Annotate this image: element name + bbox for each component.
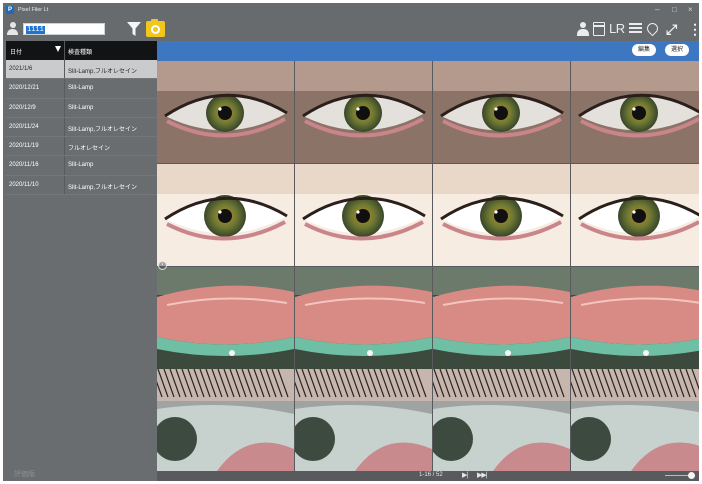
column-divider [64, 41, 65, 60]
thumbnail-image[interactable] [295, 61, 432, 163]
thumbnail-grid [157, 61, 699, 471]
thumbnail-image[interactable] [571, 61, 699, 163]
window-title: Pixel Filer Lt [18, 7, 49, 13]
thumbnail-image[interactable] [433, 369, 570, 471]
exam-type: Slit-Lamp,フルオレセイン [68, 126, 138, 133]
expand-icon[interactable]: ⤢ [666, 22, 680, 36]
column-divider [64, 98, 65, 117]
exam-date: 2020/12/21 [9, 85, 40, 92]
exam-type: フルオレセイン [68, 146, 111, 153]
exam-list-panel: 日付 検査種類 2021/1/6 Slit-Lamp,フルオレセイン 2020/… [6, 41, 157, 481]
image-gallery: 編集 選択 ‹ 1-16 / 52 ▶| ▶▶| [157, 41, 699, 481]
thumbnail-image[interactable] [571, 369, 699, 471]
exam-type: Slit-Lamp [68, 162, 94, 169]
patient-icon[interactable] [577, 22, 589, 36]
exam-date: 2020/11/19 [9, 143, 39, 150]
exam-date: 2020/11/24 [9, 123, 39, 130]
exam-type: Slit-Lamp,フルオレセイン [68, 184, 138, 191]
column-divider [64, 156, 65, 175]
patient-id-input[interactable]: 1111 [23, 23, 105, 35]
user-icon[interactable] [7, 22, 18, 35]
zoom-slider[interactable] [665, 472, 695, 479]
sort-desc-icon[interactable] [55, 46, 61, 52]
thumbnail-image[interactable] [157, 61, 294, 163]
thumbnail-image[interactable] [433, 61, 570, 163]
thumbnail-image[interactable] [571, 267, 699, 369]
thumbnail-image[interactable] [433, 164, 570, 266]
maximize-button[interactable]: □ [672, 5, 677, 15]
column-divider [64, 137, 65, 156]
exam-date: 2021/1/6 [9, 66, 33, 72]
more-icon[interactable]: ⋮ [688, 22, 699, 36]
filter-icon[interactable] [127, 22, 141, 36]
app-window: P Pixel Filer Lt – □ × 1111 LR ⤢ ⋮ 日付 検査… [3, 3, 699, 481]
thumbnail-image[interactable] [157, 369, 294, 471]
patient-id-value: 1111 [26, 26, 45, 34]
next-page-icon[interactable]: ▶| [462, 471, 468, 480]
column-divider [64, 117, 65, 137]
trial-version-label: 評価版 [14, 471, 35, 478]
pin-icon[interactable] [644, 20, 661, 37]
exam-row[interactable]: 2021/1/6 Slit-Lamp,フルオレセイン [6, 60, 157, 80]
exam-row[interactable]: 2020/11/24 Slit-Lamp,フルオレセイン [6, 117, 157, 138]
page-counter: 1-16 / 52 [419, 472, 443, 478]
camera-icon[interactable] [146, 19, 165, 37]
edit-button[interactable]: 編集 [632, 44, 657, 56]
thumbnail-image[interactable] [157, 267, 294, 369]
thumbnail-image[interactable] [571, 164, 699, 266]
column-divider [64, 79, 65, 98]
thumbnail-image[interactable] [295, 164, 432, 266]
close-button[interactable]: × [688, 5, 693, 15]
type-column-header[interactable]: 検査種類 [68, 47, 92, 56]
exam-date: 2020/11/16 [9, 162, 39, 169]
zoom-slider-knob[interactable] [688, 472, 695, 479]
thumbnail-image[interactable] [295, 369, 432, 471]
last-page-icon[interactable]: ▶▶| [477, 471, 488, 480]
list-view-icon[interactable] [629, 23, 642, 37]
column-divider [64, 175, 65, 195]
thumbnail-image[interactable] [295, 267, 432, 369]
exam-row[interactable]: 2020/12/21 Slit-Lamp [6, 79, 157, 99]
exam-type: Slit-Lamp [68, 104, 94, 111]
minimize-button[interactable]: – [655, 5, 659, 15]
column-divider [64, 60, 65, 79]
exam-type: Slit-Lamp [68, 85, 94, 92]
title-bar: P Pixel Filer Lt – □ × [3, 3, 699, 17]
gallery-action-bar: 編集 選択 [157, 41, 699, 61]
exam-list: 2021/1/6 Slit-Lamp,フルオレセイン 2020/12/21 Sl… [6, 60, 157, 196]
exam-row[interactable]: 2020/11/10 Slit-Lamp,フルオレセイン [6, 175, 157, 196]
exam-date: 2020/11/10 [9, 181, 39, 188]
exam-row[interactable]: 2020/11/16 Slit-Lamp [6, 156, 157, 176]
thumbnail-image[interactable] [157, 164, 294, 266]
exam-row[interactable]: 2020/12/9 Slit-Lamp [6, 98, 157, 118]
date-column-header[interactable]: 日付 [10, 47, 22, 56]
exam-row[interactable]: 2020/11/19 フルオレセイン [6, 137, 157, 157]
exam-date: 2020/12/9 [9, 104, 36, 111]
toolbar: 1111 LR ⤢ ⋮ [3, 17, 699, 41]
thumbnail-image[interactable] [433, 267, 570, 369]
calendar-icon[interactable] [593, 22, 605, 36]
app-logo-icon: P [6, 6, 14, 14]
select-button[interactable]: 選択 [665, 44, 690, 56]
pagination: 1-16 / 52 ▶| ▶▶| [157, 471, 699, 481]
lr-icon[interactable]: LR [609, 22, 627, 36]
exam-list-header: 日付 検査種類 [6, 41, 157, 60]
exam-type: Slit-Lamp,フルオレセイン [68, 69, 138, 75]
collapse-panel-icon[interactable]: ‹ [158, 261, 167, 270]
